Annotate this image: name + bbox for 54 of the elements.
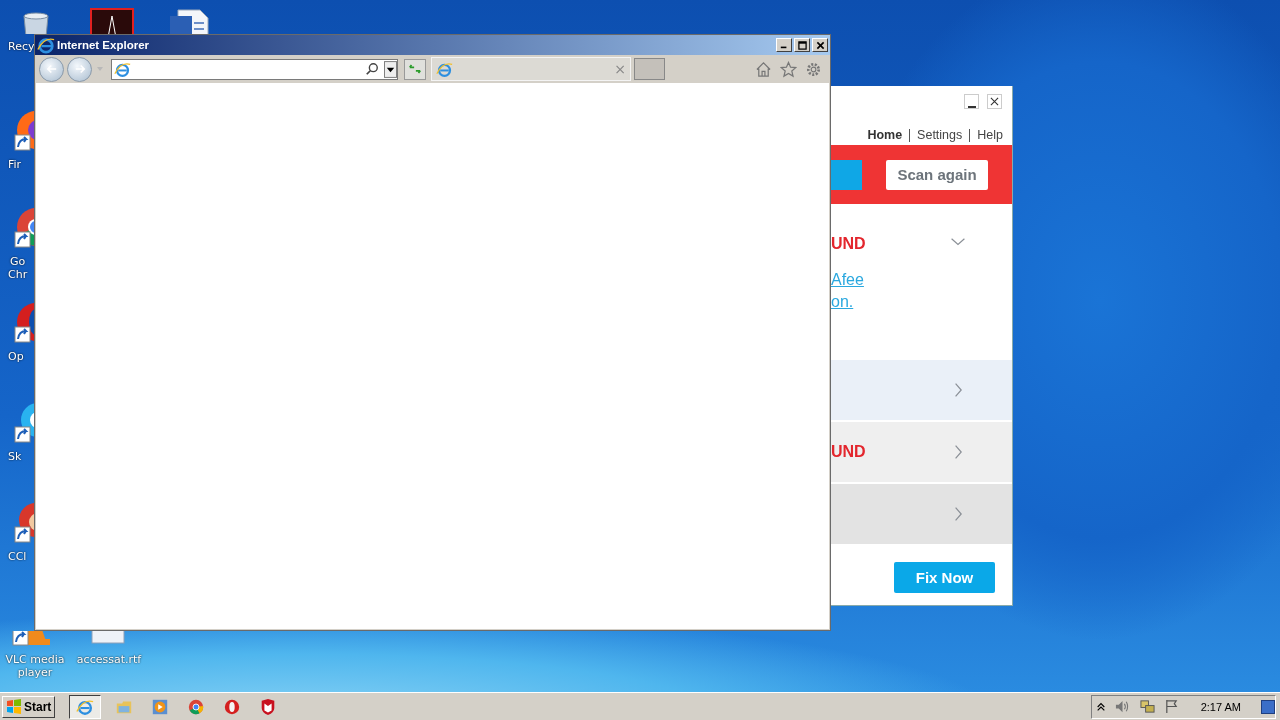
close-button[interactable] — [987, 94, 1002, 109]
windows-logo-icon — [6, 698, 22, 715]
nav-link[interactable]: Settings — [917, 128, 963, 142]
speaker-icon[interactable] — [1113, 699, 1131, 714]
browser-icon — [436, 60, 453, 78]
browser-icon — [187, 697, 206, 716]
icon-label: CCl — [8, 550, 27, 563]
maximize-icon — [797, 40, 807, 50]
nav-link[interactable]: Help — [977, 128, 1003, 142]
result-heading: UND — [831, 443, 866, 461]
browser-icon — [76, 697, 95, 716]
maximize-button[interactable] — [794, 38, 810, 52]
pdf-icon[interactable] — [90, 8, 134, 34]
icon-label: accessat.rtf — [76, 653, 142, 666]
media-player-icon — [151, 697, 170, 716]
icon-label: Fir — [8, 158, 22, 171]
window-title: Internet Explorer — [57, 39, 150, 51]
browser-icon — [223, 697, 242, 716]
link[interactable]: Afee — [831, 271, 866, 289]
settings-icon[interactable] — [805, 60, 822, 78]
close-icon — [990, 97, 999, 106]
start-button[interactable]: Start — [2, 695, 56, 718]
browser-tab[interactable]: × — [431, 57, 631, 81]
close-icon — [815, 40, 825, 50]
show-desktop-button[interactable] — [1261, 699, 1275, 714]
icon-label: VLC media player — [5, 653, 65, 679]
minimize-icon — [967, 106, 976, 108]
flag-icon[interactable] — [1163, 699, 1179, 714]
taskbar-button[interactable] — [69, 694, 102, 719]
search-icon[interactable] — [365, 62, 379, 76]
result-row[interactable]: UND — [831, 422, 1012, 484]
refresh-icon — [408, 62, 422, 76]
icon-label: Op — [8, 350, 24, 363]
icon-label: Recy — [8, 40, 35, 53]
result-heading: UND — [831, 235, 866, 253]
fix-now-button[interactable]: Fix Now — [894, 562, 995, 593]
refresh-button[interactable] — [404, 58, 426, 80]
link[interactable]: on. — [831, 293, 866, 311]
tab-close-button[interactable]: × — [614, 61, 626, 77]
icon-label: Sk — [8, 450, 22, 463]
icon-label: Go Chr — [8, 255, 28, 281]
browser-icon — [114, 60, 131, 78]
nav-link[interactable]: Home — [867, 128, 903, 142]
network-icon[interactable] — [1138, 699, 1156, 714]
browser-icon — [37, 36, 55, 54]
scan-again-button[interactable]: Scan again — [886, 159, 988, 190]
home-icon[interactable] — [755, 60, 772, 78]
clock: 2:17 AM — [1200, 700, 1241, 713]
minimize-button[interactable] — [964, 94, 979, 109]
chevron-up-icon[interactable] — [1095, 700, 1106, 713]
star-icon[interactable] — [780, 60, 797, 78]
back-icon — [44, 62, 59, 76]
address-field[interactable] — [111, 58, 398, 80]
dropdown-icon[interactable] — [384, 60, 397, 78]
